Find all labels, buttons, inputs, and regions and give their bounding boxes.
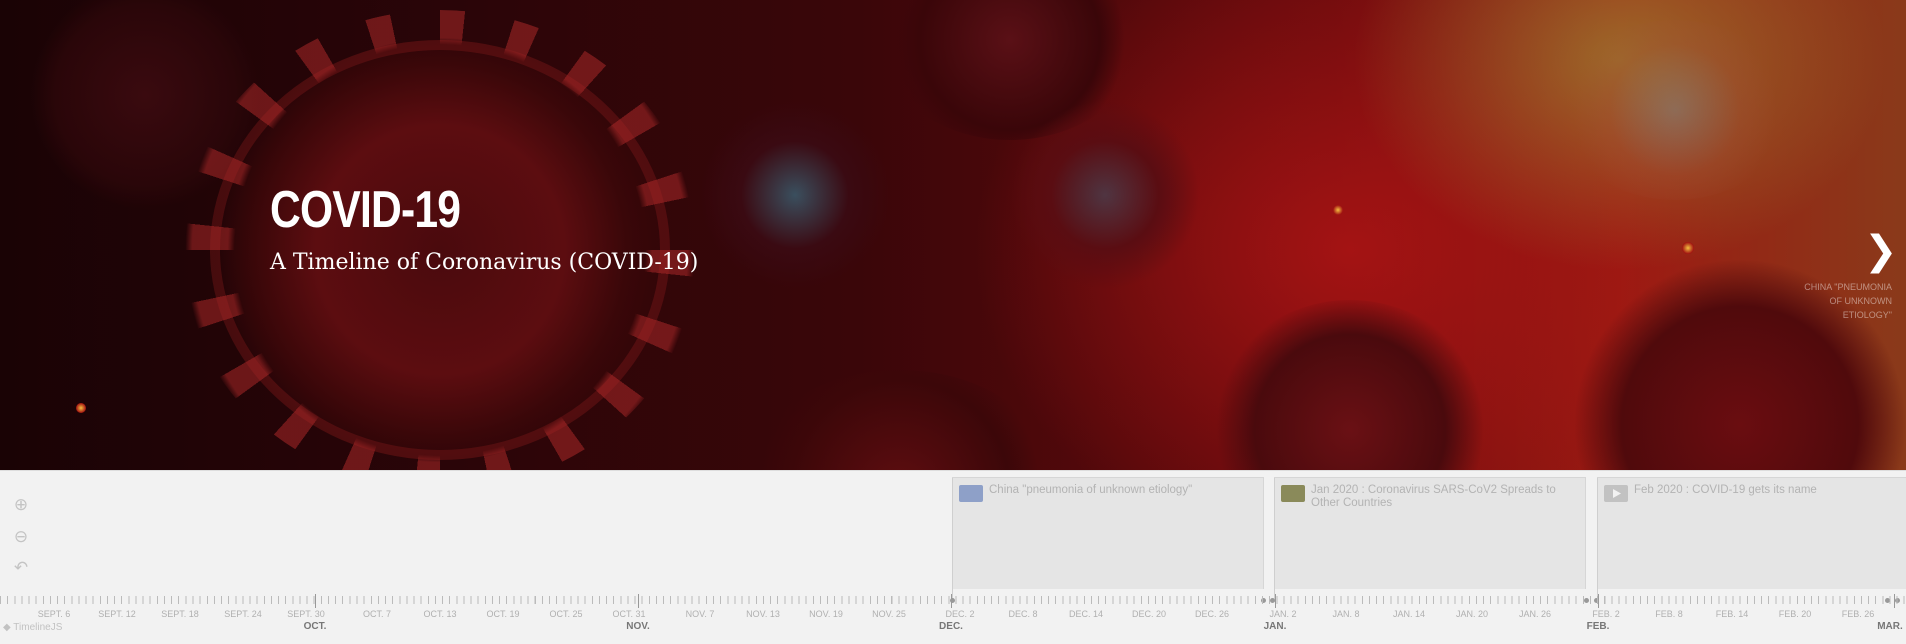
particle bbox=[1682, 242, 1694, 254]
axis-minor-label: NOV. 13 bbox=[746, 609, 780, 619]
axis-minor-label: SEPT. 30 bbox=[287, 609, 325, 619]
marker-headline: China "pneumonia of unknown etiology" bbox=[989, 484, 1193, 496]
axis-minor-label: OCT. 7 bbox=[362, 609, 392, 619]
axis-minor-label: FEB. 26 bbox=[1841, 609, 1875, 619]
slide-background: COVID-19 A Timeline of Coronavirus (COVI… bbox=[0, 0, 1906, 470]
timeline-marker[interactable]: Feb 2020 : COVID-19 gets its name bbox=[1597, 477, 1906, 602]
axis-major-label: JAN. bbox=[1263, 621, 1287, 632]
time-axis: SEPT. 6 SEPT. 12 SEPT. 18 SEPT. 24 SEPT. 30 O… bbox=[0, 594, 1906, 643]
axis-minor-label: FEB. 14 bbox=[1715, 609, 1749, 619]
axis-minor-label: FEB. 8 bbox=[1655, 609, 1683, 619]
axis-major-tick bbox=[638, 594, 639, 608]
axis-major-tick bbox=[1275, 594, 1276, 608]
axis-ticks bbox=[0, 596, 1906, 604]
axis-minor-label: OCT. 13 bbox=[423, 609, 457, 619]
axis-minor-label: JAN. 2 bbox=[1269, 609, 1297, 619]
axis-major-tick bbox=[315, 594, 316, 608]
timeline-marker[interactable]: China "pneumonia of unknown etiology" bbox=[952, 477, 1264, 602]
axis-minor-label: DEC. 8 bbox=[1008, 609, 1038, 619]
axis-minor-label: OCT. 31 bbox=[612, 609, 646, 619]
axis-minor-label: JAN. 14 bbox=[1392, 609, 1426, 619]
image-thumbnail-icon bbox=[1281, 485, 1305, 502]
axis-minor-label: NOV. 7 bbox=[685, 609, 715, 619]
next-slide-label[interactable]: CHINA "PNEUMONIA OF UNKNOWN ETIOLOGY" bbox=[1800, 280, 1892, 322]
timelinejs-attribution[interactable]: ◆ TimelineJS bbox=[3, 622, 62, 633]
virus-image bbox=[1560, 20, 1790, 200]
axis-minor-label: SEPT. 6 bbox=[37, 609, 71, 619]
axis-minor-label: NOV. 19 bbox=[809, 609, 843, 619]
axis-major-tick bbox=[951, 594, 952, 608]
virus-image bbox=[1010, 100, 1200, 290]
slide-subtitle: A Timeline of Coronavirus (COVID-19) bbox=[270, 250, 699, 275]
virus-image bbox=[700, 100, 890, 290]
attribution-text: TimelineJS bbox=[13, 622, 63, 633]
marker-headline: Feb 2020 : COVID-19 gets its name bbox=[1634, 484, 1817, 496]
axis-major-label: DEC. bbox=[939, 621, 963, 632]
particle bbox=[1333, 205, 1343, 215]
axis-minor-label: SEPT. 12 bbox=[98, 609, 136, 619]
axis-minor-label: NOV. 25 bbox=[872, 609, 906, 619]
axis-minor-label: DEC. 20 bbox=[1131, 609, 1167, 619]
axis-minor-label: JAN. 8 bbox=[1332, 609, 1360, 619]
axis-minor-label: SEPT. 18 bbox=[161, 609, 199, 619]
virus-image bbox=[740, 370, 1060, 470]
virus-image bbox=[1210, 300, 1490, 470]
axis-minor-label: JAN. 26 bbox=[1518, 609, 1552, 619]
axis-major-tick bbox=[1598, 594, 1599, 608]
axis-minor-label: SEPT. 24 bbox=[224, 609, 262, 619]
back-to-start-icon[interactable]: ↶ bbox=[10, 557, 32, 579]
axis-minor-label: DEC. 14 bbox=[1068, 609, 1104, 619]
zoom-in-icon[interactable]: ⊕ bbox=[10, 494, 32, 516]
axis-minor-label: DEC. 2 bbox=[945, 609, 975, 619]
axis-major-label: FEB. bbox=[1586, 621, 1610, 632]
axis-minor-label: OCT. 19 bbox=[486, 609, 520, 619]
timeline-marker[interactable]: Jan 2020 : Coronavirus SARS-CoV2 Spreads… bbox=[1274, 477, 1586, 602]
next-slide-chevron-icon[interactable]: ❯ bbox=[1864, 228, 1898, 274]
particle bbox=[76, 403, 86, 413]
slide-title: COVID-19 bbox=[270, 181, 461, 239]
marker-headline: Jan 2020 : Coronavirus SARS-CoV2 Spreads… bbox=[1311, 484, 1556, 509]
axis-major-label: MAR. bbox=[1877, 621, 1903, 632]
axis-minor-label: OCT. 25 bbox=[549, 609, 583, 619]
axis-minor-label: JAN. 20 bbox=[1455, 609, 1489, 619]
video-play-icon bbox=[1604, 485, 1628, 502]
axis-major-label: NOV. bbox=[626, 621, 650, 632]
zoom-out-icon[interactable]: ⊖ bbox=[10, 526, 32, 548]
axis-major-label: OCT. bbox=[303, 621, 327, 632]
axis-major-tick bbox=[1894, 594, 1895, 608]
axis-minor-label: FEB. 20 bbox=[1778, 609, 1812, 619]
image-thumbnail-icon bbox=[959, 485, 983, 502]
axis-minor-label: DEC. 26 bbox=[1194, 609, 1230, 619]
axis-minor-label: FEB. 2 bbox=[1592, 609, 1620, 619]
